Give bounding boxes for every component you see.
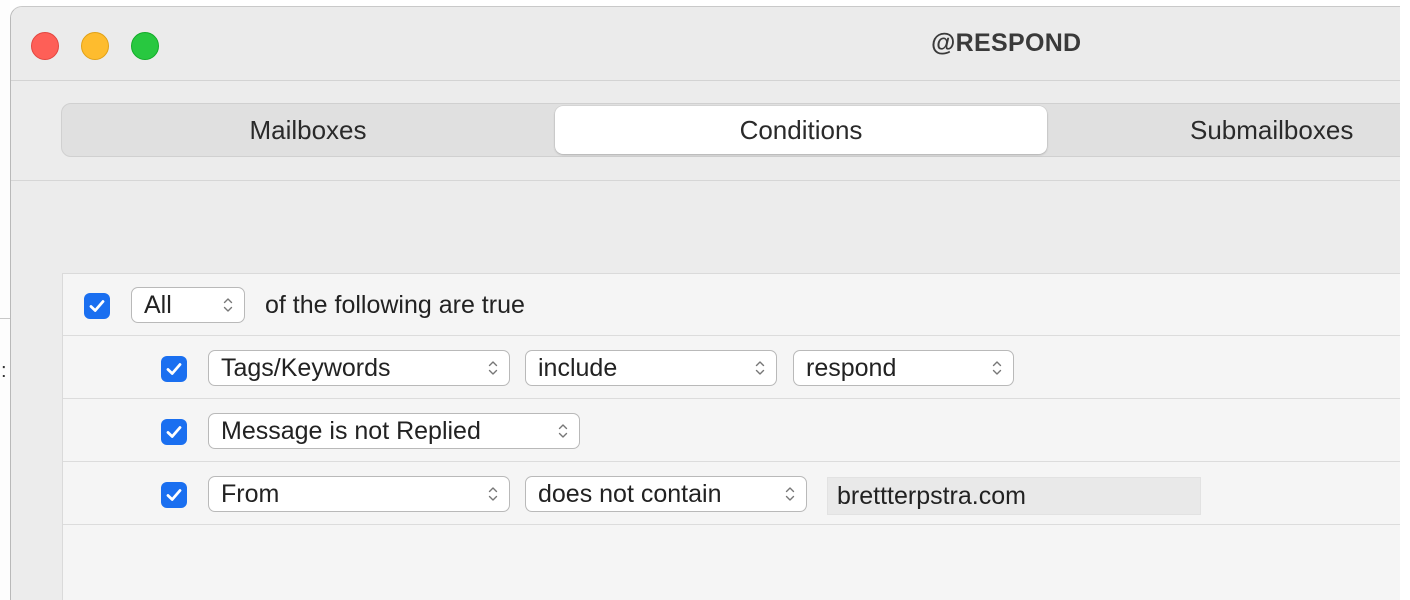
window-title: @RESPOND xyxy=(931,29,1082,57)
rule-field-select[interactable]: Tags/Keywords xyxy=(208,350,510,386)
up-down-chevron-icon xyxy=(785,487,795,501)
rule-enabled-checkbox[interactable] xyxy=(161,419,187,445)
close-window-button[interactable] xyxy=(31,32,59,60)
rule-value-select[interactable]: respond xyxy=(793,350,1014,386)
rule-operator-value: include xyxy=(538,354,618,382)
up-down-chevron-icon xyxy=(223,298,233,312)
up-down-chevron-icon xyxy=(488,361,498,375)
tab-mailboxes[interactable]: Mailboxes xyxy=(62,104,554,156)
checkmark-icon xyxy=(166,363,182,375)
match-description-label: of the following are true xyxy=(265,291,525,319)
background-fragment: : xyxy=(1,360,7,382)
match-mode-value: All xyxy=(144,291,172,319)
tab-conditions[interactable]: Conditions xyxy=(555,106,1047,154)
checkmark-icon xyxy=(89,300,105,312)
up-down-chevron-icon xyxy=(992,361,1002,375)
minimize-window-button[interactable] xyxy=(81,32,109,60)
condition-rule-row: From does not contain brettterpstra.com xyxy=(63,463,1400,525)
conditions-panel: All of the following are true Tags/Keywo… xyxy=(62,273,1400,600)
background-divider xyxy=(0,318,10,319)
rule-field-value: From xyxy=(221,480,280,508)
rule-field-value: Message is not Replied xyxy=(221,417,481,445)
condition-rule-row: Tags/Keywords include respond xyxy=(63,337,1400,399)
zoom-window-button[interactable] xyxy=(131,32,159,60)
condition-rule-row: Message is not Replied xyxy=(63,400,1400,462)
match-mode-select[interactable]: All xyxy=(131,287,245,323)
tab-submailboxes[interactable]: Submailboxes xyxy=(1190,104,1400,156)
rule-operator-select[interactable]: include xyxy=(525,350,777,386)
up-down-chevron-icon xyxy=(558,424,568,438)
rule-operator-select[interactable]: does not contain xyxy=(525,476,807,512)
up-down-chevron-icon xyxy=(488,487,498,501)
tab-separator xyxy=(11,180,1400,181)
checkmark-icon xyxy=(166,489,182,501)
rule-field-select[interactable]: Message is not Replied xyxy=(208,413,580,449)
rule-editor-window: @RESPOND Mailboxes Conditions Submailbox… xyxy=(10,6,1400,600)
rule-field-value: Tags/Keywords xyxy=(221,354,391,382)
background-window-edge: : xyxy=(0,0,10,600)
rule-enabled-checkbox[interactable] xyxy=(161,356,187,382)
rule-value-input[interactable]: brettterpstra.com xyxy=(827,477,1201,515)
up-down-chevron-icon xyxy=(755,361,765,375)
rule-enabled-checkbox[interactable] xyxy=(161,482,187,508)
tab-bar: Mailboxes Conditions Submailboxes xyxy=(61,103,1400,157)
rule-value-value: respond xyxy=(806,354,897,382)
title-bar: @RESPOND xyxy=(11,7,1400,81)
rule-operator-value: does not contain xyxy=(538,480,722,508)
checkmark-icon xyxy=(166,426,182,438)
match-enabled-checkbox[interactable] xyxy=(84,293,110,319)
rule-field-select[interactable]: From xyxy=(208,476,510,512)
condition-match-row: All of the following are true xyxy=(63,274,1400,336)
